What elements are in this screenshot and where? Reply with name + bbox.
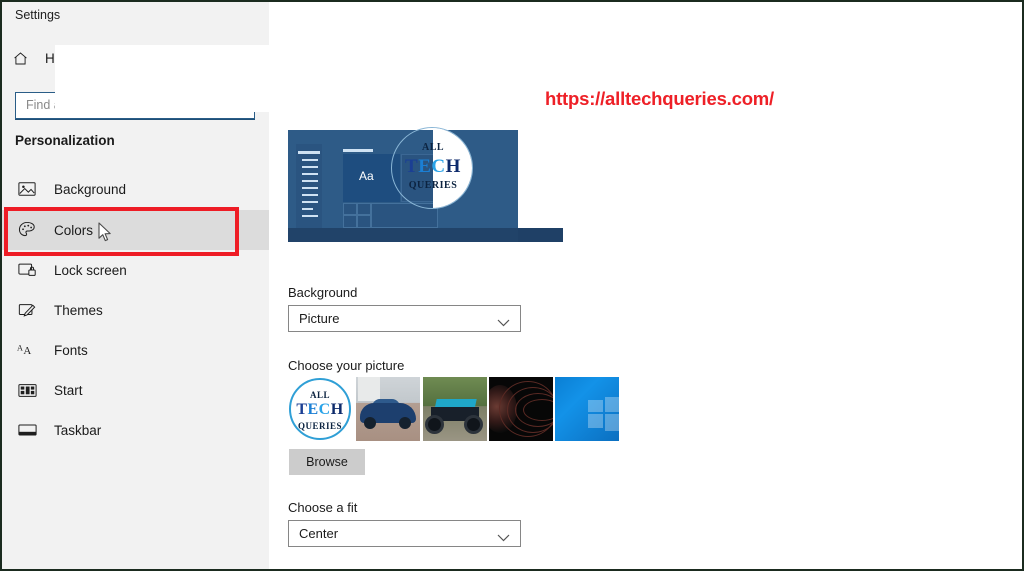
screenshot-frame: Settings Home Find a setting Personaliza… (0, 0, 1024, 571)
sidebar-item-colors-label: Colors (54, 222, 94, 238)
sidebar-item-fonts-label: Fonts (54, 342, 88, 358)
sidebar-item-lock-screen-label: Lock screen (54, 262, 127, 278)
sidebar-item-lock-screen[interactable]: Lock screen (2, 250, 269, 290)
preview-taskbar (288, 228, 563, 242)
preview-watermark-logo: ALL TECH QUERIES (391, 127, 473, 209)
home-icon (12, 50, 29, 67)
settings-content-pane: https://alltechqueries.com/ Aa ALL TECH … (269, 2, 1022, 569)
choose-picture-label: Choose your picture (288, 358, 405, 373)
preview-logo-line3: QUERIES (408, 180, 458, 191)
thumbnail-logo[interactable]: ALL TECH QUERIES (288, 377, 352, 441)
browse-button[interactable]: Browse (289, 449, 365, 475)
thumbnail-dark-abstract[interactable] (489, 377, 553, 441)
page-title: Personalization (15, 133, 115, 148)
sidebar-item-colors[interactable]: Colors (2, 210, 269, 250)
thumbnail-car[interactable] (356, 377, 420, 441)
theme-preview: Aa ALL TECH QUERIES (288, 127, 563, 245)
fit-select[interactable]: Center (288, 520, 521, 547)
picture-icon (16, 178, 38, 200)
thumb-logo-line1: ALL (309, 390, 330, 400)
white-occlusion-overlay (55, 45, 270, 112)
preview-logo-line2: TECH (405, 156, 461, 177)
window-title: Settings (15, 8, 61, 22)
sidebar-item-start[interactable]: Start (2, 370, 269, 410)
start-grid-icon (16, 379, 38, 401)
taskbar-icon (16, 419, 38, 441)
sidebar-item-background-label: Background (54, 181, 127, 197)
background-label: Background (288, 285, 358, 300)
background-select[interactable]: Picture (288, 305, 521, 332)
svg-text:A: A (17, 343, 23, 352)
browse-button-label: Browse (306, 455, 348, 469)
sidebar-item-fonts[interactable]: A A Fonts (2, 330, 269, 370)
thumb-logo-line2: TECH (296, 401, 344, 418)
sidebar-item-background[interactable]: Background (2, 169, 269, 209)
chevron-down-icon (497, 529, 510, 547)
background-select-value: Picture (299, 311, 340, 326)
preview-logo-line1: ALL (421, 142, 445, 153)
brush-icon (16, 299, 38, 321)
sidebar-item-themes-label: Themes (54, 302, 103, 318)
sidebar-item-themes[interactable]: Themes (2, 290, 269, 330)
preview-tile-text: Aa (359, 169, 374, 183)
choose-fit-label: Choose a fit (288, 500, 358, 515)
sidebar-item-start-label: Start (54, 382, 83, 398)
lock-screen-icon (16, 259, 38, 281)
thumbnail-motorcycle[interactable] (423, 377, 487, 441)
site-url-watermark: https://alltechqueries.com/ (545, 88, 774, 109)
sidebar-item-taskbar[interactable]: Taskbar (2, 410, 269, 450)
thumbnail-windows-default[interactable] (555, 377, 619, 441)
fonts-aa-icon: A A (16, 339, 38, 361)
palette-icon (16, 219, 38, 241)
mouse-pointer-icon (98, 222, 114, 244)
sidebar-item-taskbar-label: Taskbar (54, 422, 102, 438)
svg-text:A: A (23, 345, 31, 357)
fit-select-value: Center (299, 526, 339, 541)
settings-sidebar: Settings Home Find a setting Personaliza… (2, 2, 270, 569)
thumb-logo-line3: QUERIES (297, 421, 342, 431)
chevron-down-icon (497, 314, 510, 332)
